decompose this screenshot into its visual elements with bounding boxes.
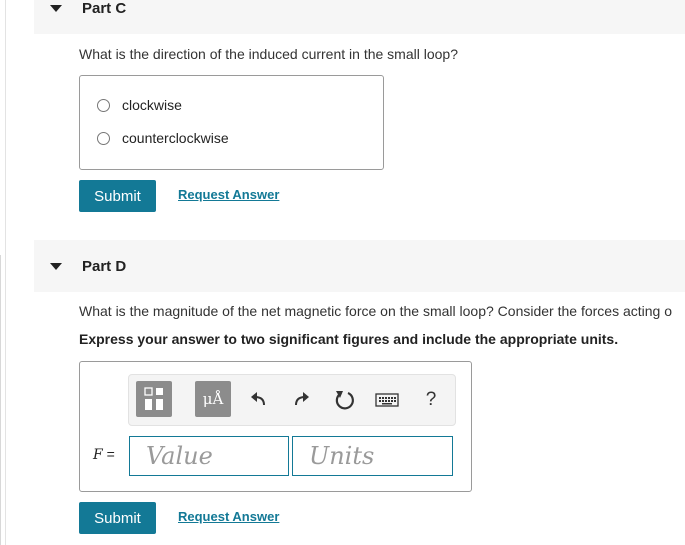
radio-button[interactable] [97,98,110,112]
part-c-title: Part C [82,0,127,17]
undo-icon[interactable] [247,388,271,412]
units-label: μÅ [202,390,224,408]
left-border-secondary [0,255,1,545]
variable-symbol: F [93,447,103,463]
templates-button[interactable] [136,381,172,417]
answer-entry-box: μÅ ? F = Value Units [79,361,472,492]
answer-options: clockwise counterclockwise [79,75,384,170]
part-c-request-answer-link[interactable]: Request Answer [178,187,279,202]
collapse-caret-icon[interactable] [50,262,62,270]
redo-icon[interactable] [289,388,313,412]
math-toolbar: μÅ ? [128,374,456,426]
equals-sign: = [102,446,115,462]
part-d-title: Part D [82,257,127,275]
part-c-submit-button[interactable]: Submit [79,180,156,212]
units-input[interactable] [292,436,453,476]
option-label: counterclockwise [122,130,229,146]
part-c-question: What is the direction of the induced cur… [79,46,458,62]
templates-icon [144,387,163,410]
part-c-header[interactable]: Part C [34,0,685,34]
collapse-caret-icon[interactable] [50,4,62,12]
part-d-question: What is the magnitude of the net magneti… [79,303,672,319]
part-d-header[interactable]: Part D [34,240,685,292]
left-border [5,0,6,545]
option-clockwise[interactable]: clockwise [97,97,182,113]
part-d-request-answer-link[interactable]: Request Answer [178,509,279,524]
help-icon[interactable]: ? [419,388,443,412]
reset-icon[interactable] [333,388,357,412]
variable-label: F = [93,446,115,463]
units-button[interactable]: μÅ [195,381,231,417]
option-label: clockwise [122,97,182,113]
value-input[interactable] [129,436,289,476]
part-d-instruction: Express your answer to two significant f… [79,331,619,347]
radio-button[interactable] [97,131,110,145]
option-counterclockwise[interactable]: counterclockwise [97,130,229,146]
keyboard-icon[interactable] [375,388,399,412]
part-d-submit-button[interactable]: Submit [79,502,156,534]
